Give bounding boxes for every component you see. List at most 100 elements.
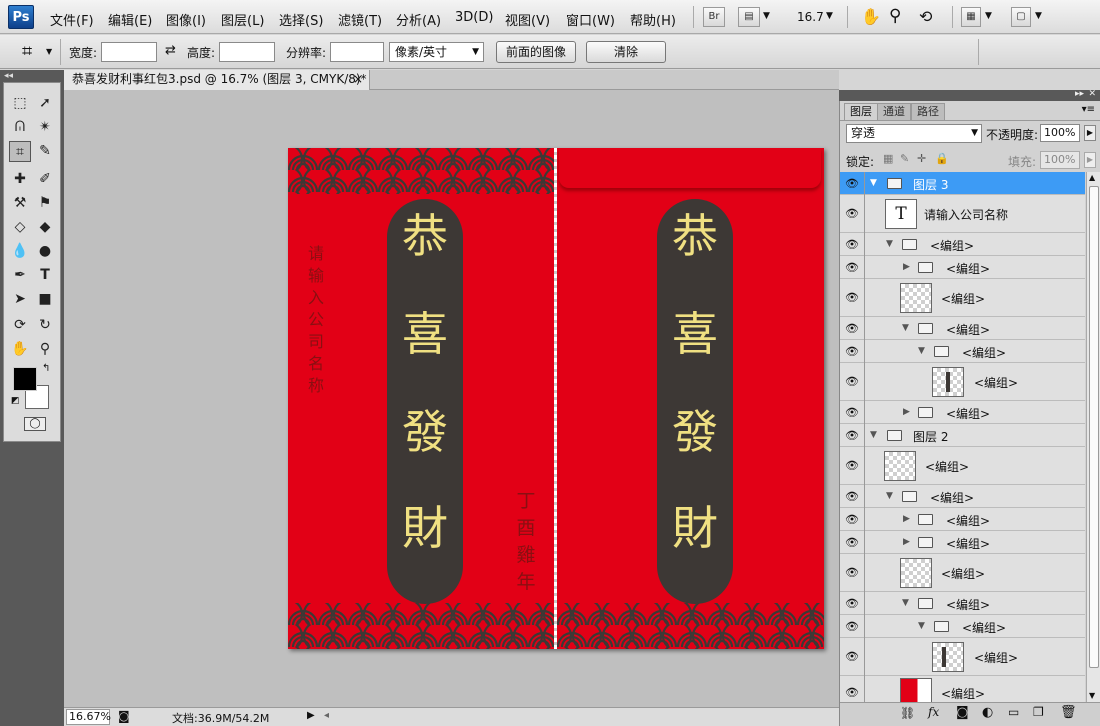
zoom-dropdown-chevron-icon[interactable]: ▼: [826, 11, 833, 21]
rectangle-tool-icon[interactable]: ■: [34, 289, 56, 310]
visibility-eye-icon[interactable]: 👁: [845, 597, 859, 610]
blend-mode-select[interactable]: 穿透 ▼: [846, 124, 982, 143]
visibility-eye-icon[interactable]: 👁: [845, 536, 859, 549]
layer-row-group[interactable]: 👁 ▶ <编组>: [840, 531, 1085, 554]
eyedropper-tool-icon[interactable]: ✎: [34, 141, 56, 162]
close-tab-icon[interactable]: ×: [353, 70, 363, 89]
default-colors-icon[interactable]: ◩: [11, 396, 20, 406]
document-canvas[interactable]: 恭 喜 發 財 请 输 入 公 司 名 称 丁 酉 雞 年 恭 喜 發 財: [288, 148, 824, 649]
lock-position-icon[interactable]: ✛: [917, 152, 926, 165]
height-field[interactable]: [219, 42, 275, 62]
menu-layer[interactable]: 图层(L): [221, 10, 264, 29]
3d-rotate-tool-icon[interactable]: ⟳: [9, 315, 31, 336]
expand-triangle-icon[interactable]: ▼: [886, 491, 893, 501]
layer-row-group[interactable]: 👁 ▼ <编组>: [840, 485, 1085, 508]
healing-brush-tool-icon[interactable]: ✚: [9, 169, 31, 190]
link-layers-icon[interactable]: ⛓: [900, 706, 915, 720]
layer-row[interactable]: 👁 <编组>: [840, 363, 1085, 401]
resolution-field[interactable]: [330, 42, 384, 62]
marquee-tool-icon[interactable]: ⬚: [9, 93, 31, 114]
menu-help[interactable]: 帮助(H): [630, 10, 676, 29]
layer-row-group[interactable]: 👁 ▼ <编组>: [840, 317, 1085, 340]
visibility-eye-icon[interactable]: 👁: [845, 375, 859, 388]
chevron-down-icon[interactable]: ▼: [763, 11, 770, 21]
visibility-eye-icon[interactable]: 👁: [845, 686, 859, 699]
collapse-tools-icon[interactable]: ◂◂: [4, 71, 13, 81]
scroll-up-icon[interactable]: ▲: [1089, 173, 1095, 182]
arrange-documents-button[interactable]: ▦: [961, 7, 981, 27]
menu-image[interactable]: 图像(I): [166, 10, 206, 29]
layer-row-group[interactable]: 👁 ▼ <编组>: [840, 592, 1085, 615]
menu-filter[interactable]: 滤镜(T): [338, 10, 382, 29]
visibility-eye-icon[interactable]: 👁: [845, 429, 859, 442]
lock-pixels-icon[interactable]: ✎: [900, 152, 909, 165]
visibility-eye-icon[interactable]: 👁: [845, 650, 859, 663]
layer-row-group[interactable]: 👁 ▶ <编组>: [840, 508, 1085, 531]
screen-mode-button[interactable]: ▢: [1011, 7, 1031, 27]
zoom-tool-icon[interactable]: ⚲: [889, 6, 901, 26]
visibility-eye-icon[interactable]: 👁: [845, 406, 859, 419]
scroll-left-icon[interactable]: ◂: [324, 710, 329, 721]
visibility-eye-icon[interactable]: 👁: [845, 291, 859, 304]
menu-view[interactable]: 视图(V): [505, 10, 550, 29]
layer-row[interactable]: 👁 <编组>: [840, 676, 1085, 702]
layer-row[interactable]: 👁 <编组>: [840, 447, 1085, 485]
visibility-eye-icon[interactable]: 👁: [845, 207, 859, 220]
eraser-tool-icon[interactable]: ◇: [9, 217, 31, 238]
collapse-triangle-icon[interactable]: ▶: [903, 407, 910, 417]
menu-file[interactable]: 文件(F): [50, 10, 94, 29]
expand-triangle-icon[interactable]: ▼: [902, 323, 909, 333]
panel-close-icon[interactable]: ✕: [1088, 89, 1096, 99]
layer-row-group[interactable]: 👁 ▼ <编组>: [840, 233, 1085, 256]
adjustment-layer-icon[interactable]: ◐: [982, 705, 993, 720]
collapse-triangle-icon[interactable]: ▶: [903, 262, 910, 272]
paint-bucket-tool-icon[interactable]: ◆: [34, 217, 56, 238]
visibility-eye-icon[interactable]: 👁: [845, 566, 859, 579]
crop-tool-icon[interactable]: ⌗: [9, 141, 31, 162]
zoom-percentage-field[interactable]: 16.67%: [66, 709, 111, 725]
type-tool-icon[interactable]: T: [34, 265, 56, 286]
visibility-eye-icon[interactable]: 👁: [845, 490, 859, 503]
scroll-down-icon[interactable]: ▼: [1089, 691, 1095, 700]
collapse-triangle-icon[interactable]: ▶: [903, 514, 910, 524]
expand-triangle-icon[interactable]: ▼: [918, 621, 925, 631]
layer-row-group[interactable]: 👁 ▼ 图层 3: [840, 172, 1085, 195]
lock-transparent-icon[interactable]: ▦: [883, 152, 893, 165]
blur-tool-icon[interactable]: 💧: [9, 241, 31, 262]
menu-window[interactable]: 窗口(W): [566, 10, 615, 29]
bridge-button[interactable]: Br: [703, 7, 725, 27]
layer-row[interactable]: 👁 <编组>: [840, 638, 1085, 676]
visibility-eye-icon[interactable]: 👁: [845, 620, 859, 633]
visibility-eye-icon[interactable]: 👁: [845, 238, 859, 251]
layer-row-group[interactable]: 👁 ▼ 图层 2: [840, 424, 1085, 447]
arrange-chevron-icon[interactable]: ▼: [985, 11, 992, 21]
menu-analysis[interactable]: 分析(A): [396, 10, 441, 29]
clear-button[interactable]: 清除: [586, 41, 666, 63]
screen-mode-chevron-icon[interactable]: ▼: [1035, 11, 1042, 21]
layer-row-group[interactable]: 👁 ▼ <编组>: [840, 340, 1085, 363]
visibility-eye-icon[interactable]: 👁: [845, 261, 859, 274]
extras-button[interactable]: ▤: [738, 7, 760, 27]
magic-wand-tool-icon[interactable]: ✴: [34, 117, 56, 138]
tab-paths[interactable]: 路径: [911, 103, 945, 120]
status-menu-arrow-icon[interactable]: ▶: [307, 710, 315, 721]
visibility-eye-icon[interactable]: 👁: [845, 177, 859, 190]
brush-tool-icon[interactable]: ✐: [34, 169, 56, 190]
layer-style-fx-icon[interactable]: fx: [928, 705, 939, 719]
opacity-slider-arrow-icon[interactable]: ▶: [1084, 125, 1096, 141]
tab-layers[interactable]: 图层: [844, 103, 878, 120]
fill-field[interactable]: 100%: [1040, 151, 1080, 169]
lock-all-icon[interactable]: 🔒: [935, 152, 949, 165]
layer-row-group[interactable]: 👁 ▼ <编组>: [840, 615, 1085, 638]
visibility-eye-icon[interactable]: 👁: [845, 513, 859, 526]
visibility-eye-icon[interactable]: 👁: [845, 322, 859, 335]
layer-row-group[interactable]: 👁 ▶ <编组>: [840, 256, 1085, 279]
rotate-view-icon[interactable]: ⟲: [919, 7, 932, 26]
hand-tool-icon[interactable]: ✋: [861, 7, 881, 26]
foreground-color-swatch[interactable]: [13, 367, 37, 391]
opacity-field[interactable]: 100%: [1040, 124, 1080, 142]
3d-orbit-tool-icon[interactable]: ↻: [34, 315, 56, 336]
clone-stamp-tool-icon[interactable]: ⚒: [9, 193, 31, 214]
new-group-icon[interactable]: ▭: [1008, 705, 1019, 719]
width-field[interactable]: [101, 42, 157, 62]
